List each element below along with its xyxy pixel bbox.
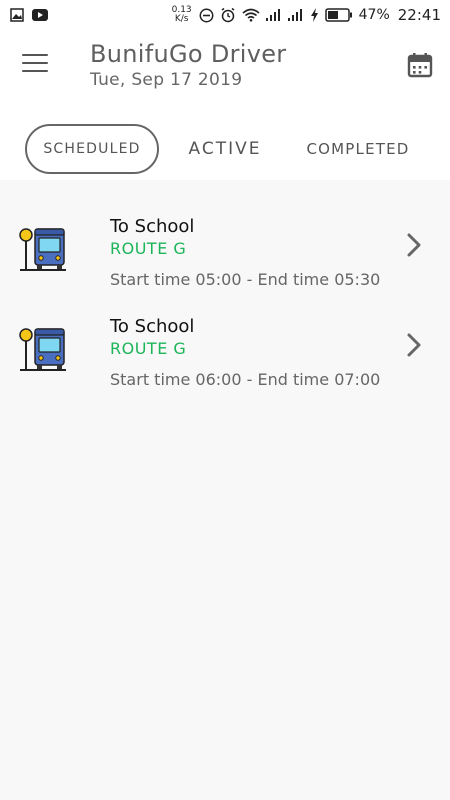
status-clock: 22:41 <box>397 6 441 24</box>
title-block: BunifuGo Driver Tue, Sep 17 2019 <box>90 40 286 90</box>
trip-list-item[interactable]: To School ROUTE G Start time 05:00 - End… <box>0 200 450 300</box>
battery-icon <box>324 8 353 22</box>
signal-sim2-icon <box>287 9 304 21</box>
trip-list-item[interactable]: To School ROUTE G Start time 06:00 - End… <box>0 300 450 400</box>
trip-list: To School ROUTE G Start time 05:00 - End… <box>0 200 450 400</box>
trip-tabs: SCHEDULED ACTIVE COMPLETED <box>0 110 450 180</box>
youtube-notification-icon <box>32 9 48 21</box>
tab-completed[interactable]: COMPLETED <box>298 124 418 174</box>
network-speed: 0.13 K/s <box>171 6 193 24</box>
wifi-icon <box>242 8 260 22</box>
chevron-right-icon[interactable] <box>404 232 424 258</box>
trip-route: ROUTE G <box>110 239 187 258</box>
image-notification-icon <box>10 8 24 22</box>
alarm-icon <box>220 7 236 23</box>
status-bar: 0.13 K/s 47% 22:41 <box>0 0 450 30</box>
hamburger-menu-icon[interactable] <box>22 54 48 76</box>
current-date: Tue, Sep 17 2019 <box>90 70 243 90</box>
trip-title: To School <box>110 216 195 237</box>
calendar-icon[interactable] <box>407 52 433 78</box>
tab-scheduled[interactable]: SCHEDULED <box>25 124 159 174</box>
app-header: BunifuGo Driver Tue, Sep 17 2019 <box>0 30 450 110</box>
charging-bolt-icon <box>310 8 319 22</box>
trip-time: Start time 06:00 - End time 07:00 <box>110 370 381 389</box>
battery-percentage: 47% <box>358 7 390 23</box>
bus-stop-icon <box>18 226 68 274</box>
trip-title: To School <box>110 316 195 337</box>
page-title: BunifuGo Driver <box>90 40 287 68</box>
chevron-right-icon[interactable] <box>404 332 424 358</box>
status-left <box>10 8 48 22</box>
bus-stop-icon <box>18 326 68 374</box>
tab-active[interactable]: ACTIVE <box>178 124 272 174</box>
do-not-disturb-icon <box>199 8 214 23</box>
signal-sim1-icon <box>265 9 282 21</box>
trip-time: Start time 05:00 - End time 05:30 <box>110 270 381 289</box>
network-speed-unit: K/s <box>174 14 189 24</box>
status-right: 0.13 K/s 47% 22:41 <box>171 6 441 25</box>
trip-route: ROUTE G <box>110 339 187 358</box>
